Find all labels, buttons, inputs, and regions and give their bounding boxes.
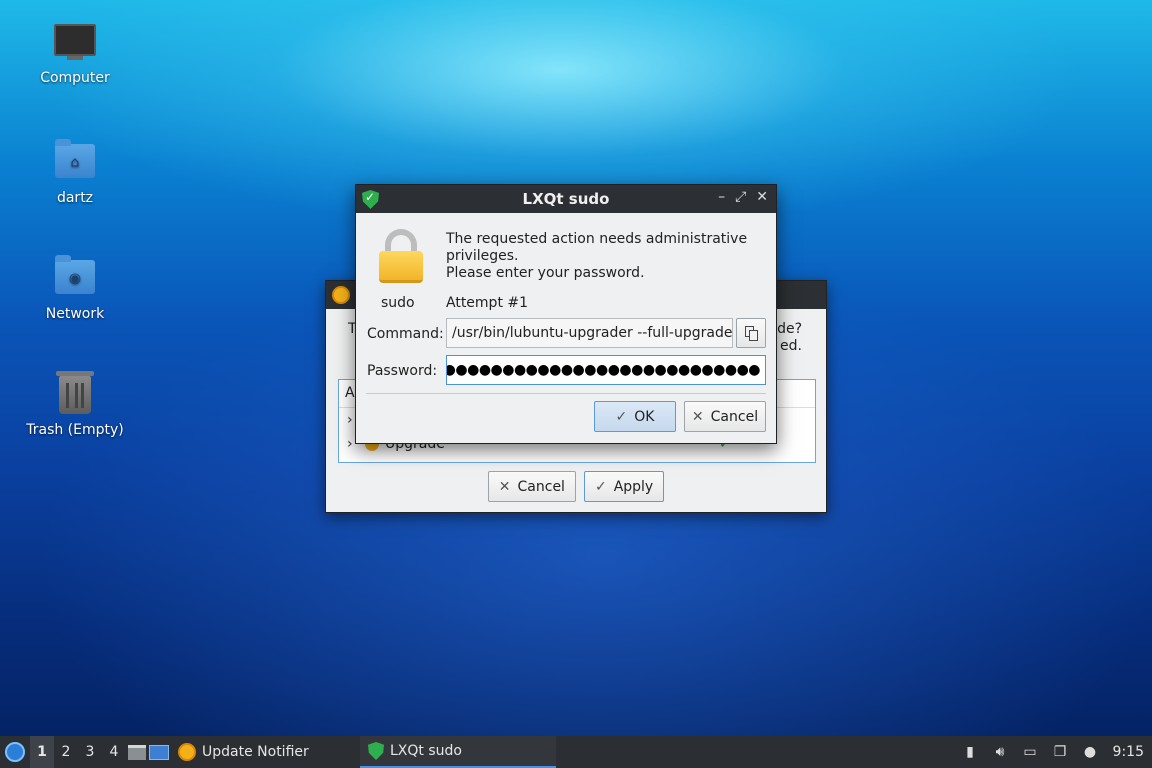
volume-icon[interactable]: 🔊︎ [990, 742, 1010, 762]
desktop-icon-label: Network [45, 306, 105, 322]
sudo-message: The requested action needs administrativ… [446, 231, 748, 281]
ok-button[interactable]: ✓ OK [594, 401, 676, 432]
close-icon: ✕ [498, 478, 511, 495]
sudo-dialog[interactable]: LXQt sudo – ⤢ ✕ sudo The requested actio… [355, 184, 777, 444]
check-icon: ✓ [615, 408, 628, 425]
network-folder-icon: ◉ [53, 255, 97, 300]
file-manager-launcher[interactable] [126, 736, 148, 768]
file-manager-icon [128, 744, 146, 760]
sudo-label: sudo [381, 295, 415, 311]
task-lxqt-sudo[interactable]: LXQt sudo [360, 736, 556, 768]
taskbar: 1 2 3 4 Update Notifier LXQt sudo ▮ 🔊︎ ▭… [0, 736, 1152, 768]
attempt-label: Attempt #1 [446, 295, 529, 311]
close-icon[interactable]: ✕ [756, 189, 768, 205]
button-separator [366, 393, 766, 394]
shield-icon [368, 742, 384, 760]
password-field[interactable]: ●●●●●●●●●●●●●●●●●●●●●●●●●●● [446, 355, 766, 385]
desktop-icon-trash[interactable]: Trash (Empty) [15, 371, 135, 438]
lock-icon [376, 229, 426, 285]
command-field[interactable]: /usr/bin/lubuntu-upgrader --full-upgrade [446, 318, 733, 348]
desktop-icon-label: dartz [56, 190, 94, 206]
desktop-switch-3[interactable]: 3 [78, 736, 102, 768]
desktop-switch-1[interactable]: 1 [30, 736, 54, 768]
desktop-icon-home[interactable]: ⌂ dartz [15, 139, 135, 206]
desktop-icon-network[interactable]: ◉ Network [15, 255, 135, 322]
desktop-icon-computer[interactable]: Computer [15, 24, 135, 86]
notification-icon[interactable]: ● [1080, 742, 1100, 762]
home-folder-icon: ⌂ [53, 139, 97, 184]
password-label: Password: [367, 363, 438, 379]
tray-battery-icon[interactable]: ▮ [960, 742, 980, 762]
close-icon: ✕ [691, 408, 704, 425]
show-desktop-button[interactable] [148, 736, 170, 768]
desktop-icon-label: Computer [40, 70, 110, 86]
apply-button[interactable]: ✓ Apply [583, 471, 665, 502]
show-desktop-icon [149, 744, 169, 760]
sudo-cancel-button[interactable]: ✕ Cancel [684, 401, 766, 432]
maximize-icon[interactable]: ⤢ [735, 189, 746, 205]
lubuntu-logo-icon [5, 742, 25, 762]
sudo-titlebar[interactable]: LXQt sudo – ⤢ ✕ [356, 185, 776, 213]
update-notifier-icon [332, 286, 350, 304]
desktop-switch-4[interactable]: 4 [102, 736, 126, 768]
update-notifier-icon [178, 743, 196, 761]
desktop-icon-label: Trash (Empty) [26, 422, 124, 438]
clipboard-icon[interactable]: ❐ [1050, 742, 1070, 762]
task-update-notifier[interactable]: Update Notifier [170, 736, 360, 768]
clock[interactable]: 9:15 [1110, 744, 1144, 760]
trash-icon [53, 371, 97, 416]
copy-command-button[interactable] [736, 318, 766, 348]
minimize-icon[interactable]: – [718, 189, 725, 205]
command-label: Command: [367, 326, 444, 342]
update-cancel-button[interactable]: ✕ Cancel [487, 471, 576, 502]
network-tray-icon[interactable]: ▭ [1020, 742, 1040, 762]
desktop-switch-2[interactable]: 2 [54, 736, 78, 768]
sudo-title: LXQt sudo [522, 190, 610, 208]
main-menu-button[interactable] [0, 736, 30, 768]
check-icon: ✓ [594, 478, 607, 495]
computer-icon [53, 24, 97, 64]
